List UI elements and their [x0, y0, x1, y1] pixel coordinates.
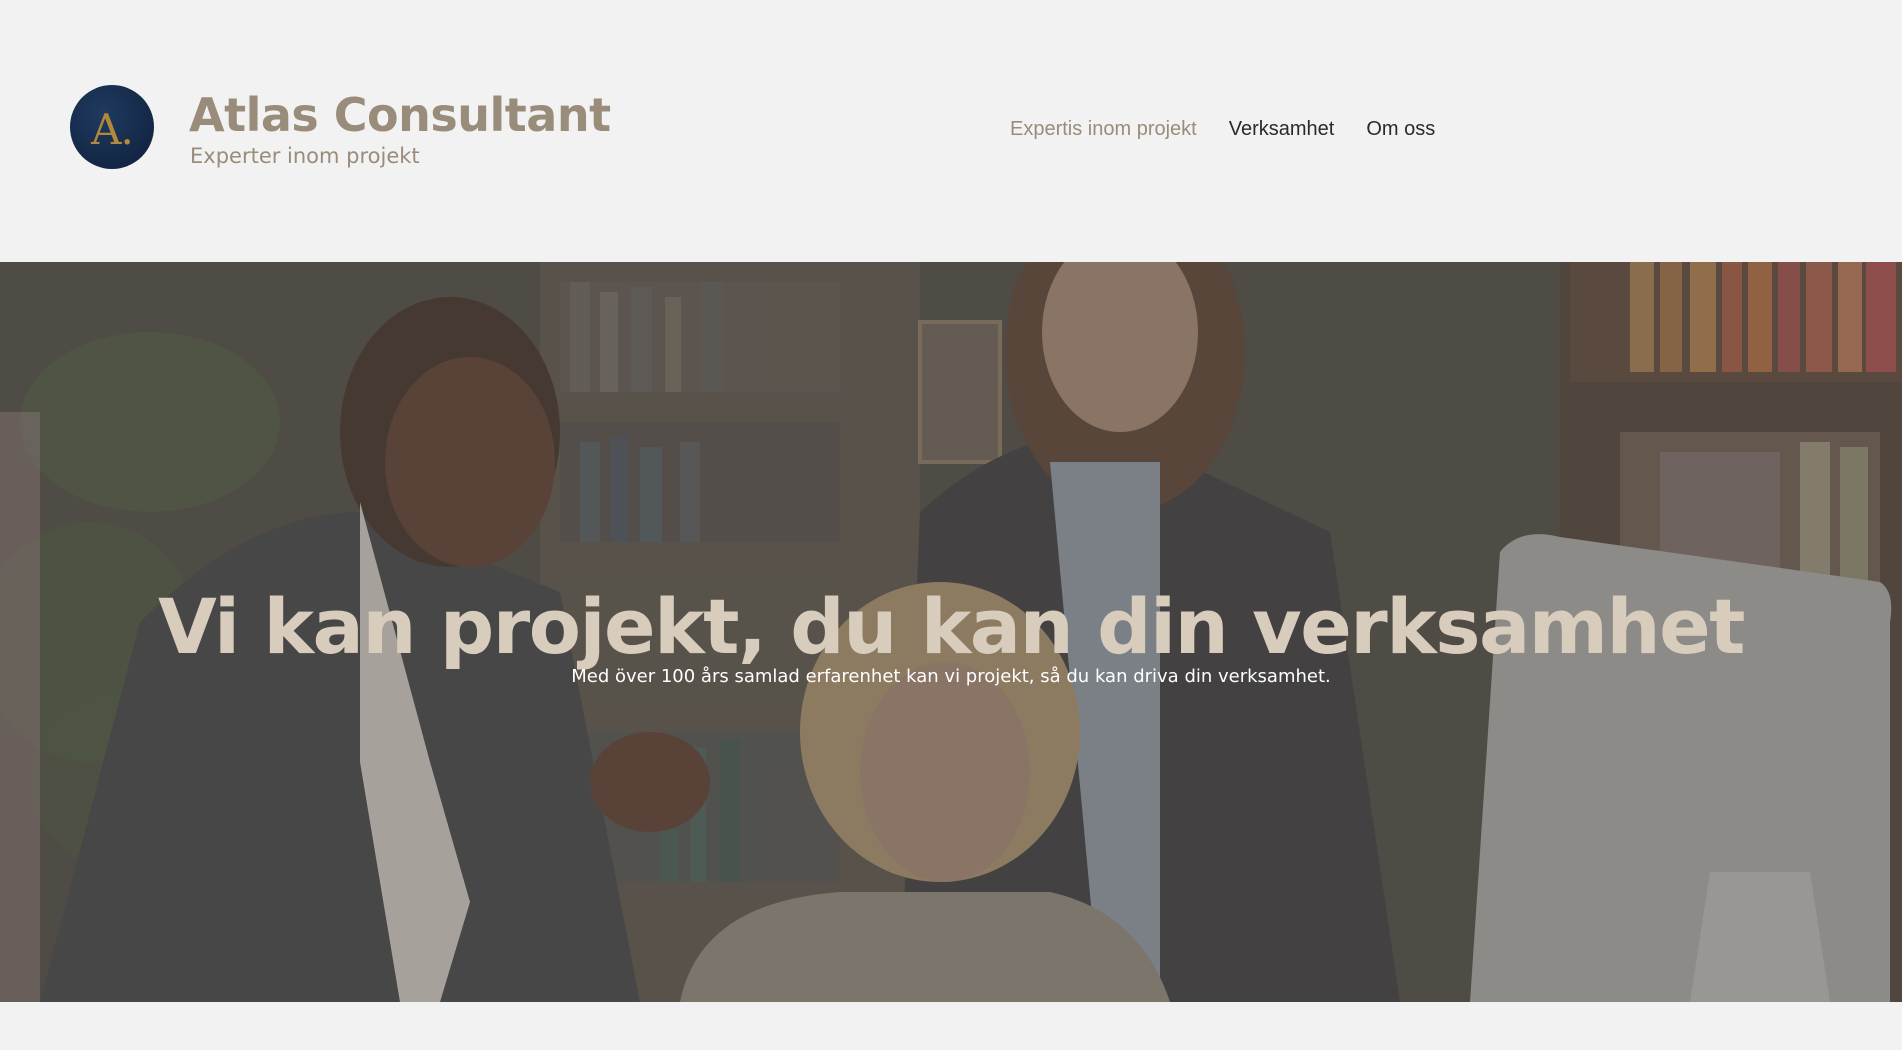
hero-title: Vi kan projekt, du kan din verksamhet — [158, 582, 1745, 671]
hero-subtitle: Med över 100 års samlad erfarenhet kan v… — [571, 666, 1331, 687]
nav-item-verksamhet[interactable]: Verksamhet — [1229, 118, 1335, 141]
hero-section: Vi kan projekt, du kan din verksamhet Me… — [0, 262, 1902, 1002]
nav-item-om-oss[interactable]: Om oss — [1366, 118, 1435, 141]
site-header: A. Atlas Consultant Experter inom projek… — [0, 0, 1902, 262]
site-logo[interactable]: A. — [70, 85, 154, 169]
nav-item-expertis[interactable]: Expertis inom projekt — [1010, 118, 1197, 141]
page-bottom-strip — [0, 1002, 1902, 1050]
brand-title[interactable]: Atlas Consultant — [189, 88, 611, 142]
brand-tagline: Experter inom projekt — [190, 144, 420, 168]
main-nav: Expertis inom projekt Verksamhet Om oss — [1010, 118, 1435, 141]
logo-letter: A. — [91, 104, 134, 154]
